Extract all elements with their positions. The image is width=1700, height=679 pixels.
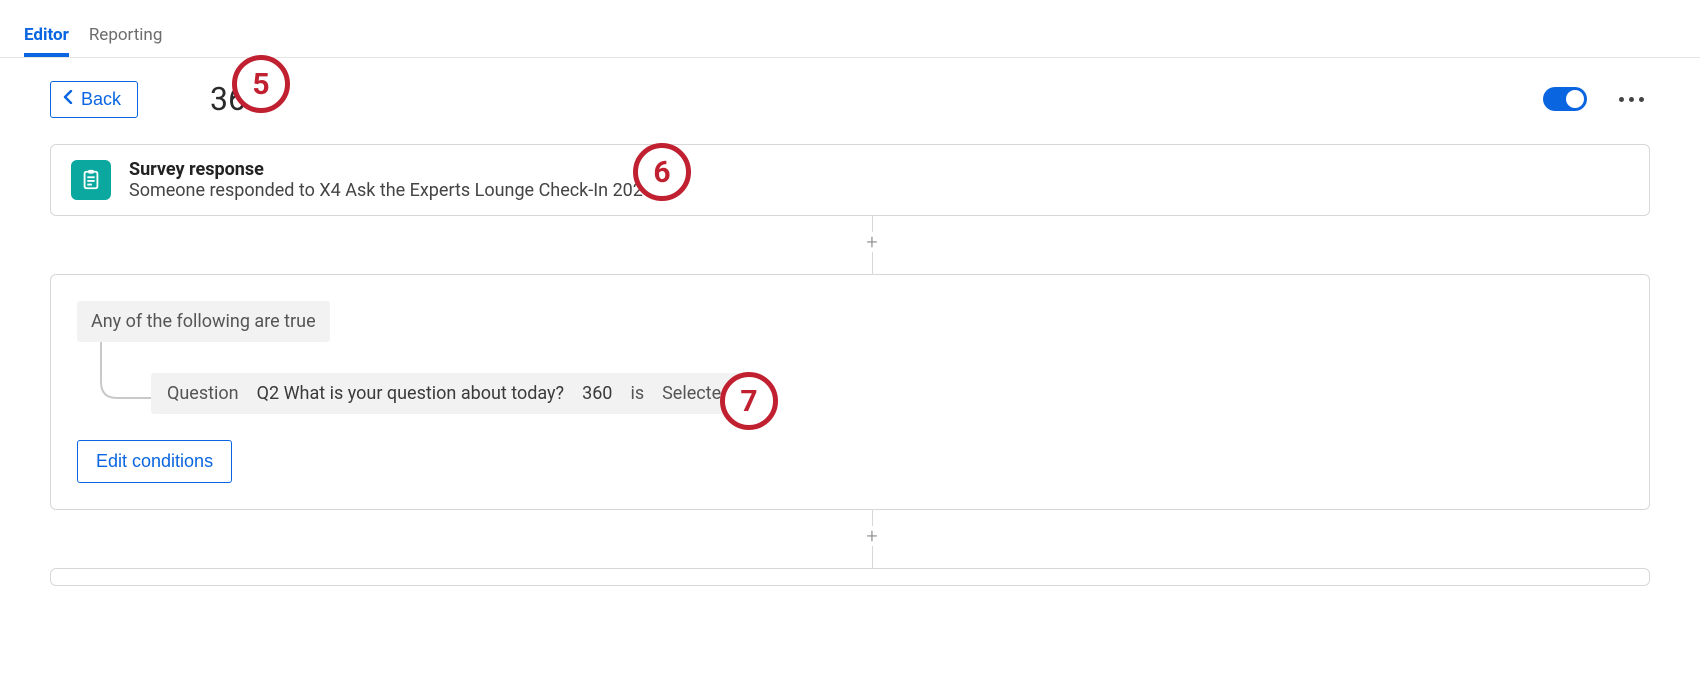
next-card-peek (50, 568, 1650, 586)
condition-group-label: Any of the following are true (77, 301, 330, 342)
trigger-title: Survey response (129, 159, 653, 180)
tab-bar: Editor Reporting (0, 0, 1700, 58)
condition-question: Q2 What is your question about today? (257, 383, 564, 404)
edit-conditions-button[interactable]: Edit conditions (77, 440, 232, 483)
trigger-subtitle: Someone responded to X4 Ask the Experts … (129, 180, 653, 201)
tab-reporting[interactable]: Reporting (89, 11, 163, 57)
condition-state: Selected (662, 383, 731, 404)
chevron-left-icon (63, 90, 73, 109)
condition-choice: 360 (582, 383, 612, 404)
survey-icon (71, 160, 111, 200)
condition-row[interactable]: Question Q2 What is your question about … (151, 373, 747, 414)
dots-icon (1619, 97, 1624, 102)
tab-editor[interactable]: Editor (24, 11, 69, 57)
more-options-button[interactable] (1613, 91, 1650, 108)
trigger-card[interactable]: Survey response Someone responded to X4 … (50, 144, 1650, 216)
branch-connector-icon (91, 342, 151, 414)
condition-operator: is (630, 383, 644, 404)
back-label: Back (81, 89, 121, 110)
condition-type: Question (167, 383, 239, 404)
add-step-button-2[interactable]: + (862, 526, 882, 546)
page-header: Back 360 (50, 80, 1650, 118)
connector: + (94, 216, 1650, 274)
connector-2: + (94, 510, 1650, 568)
back-button[interactable]: Back (50, 81, 138, 118)
enable-toggle[interactable] (1543, 87, 1587, 111)
conditions-card: Any of the following are true Question Q… (50, 274, 1650, 510)
page-title: 360 (210, 80, 264, 118)
add-step-button[interactable]: + (862, 232, 882, 252)
